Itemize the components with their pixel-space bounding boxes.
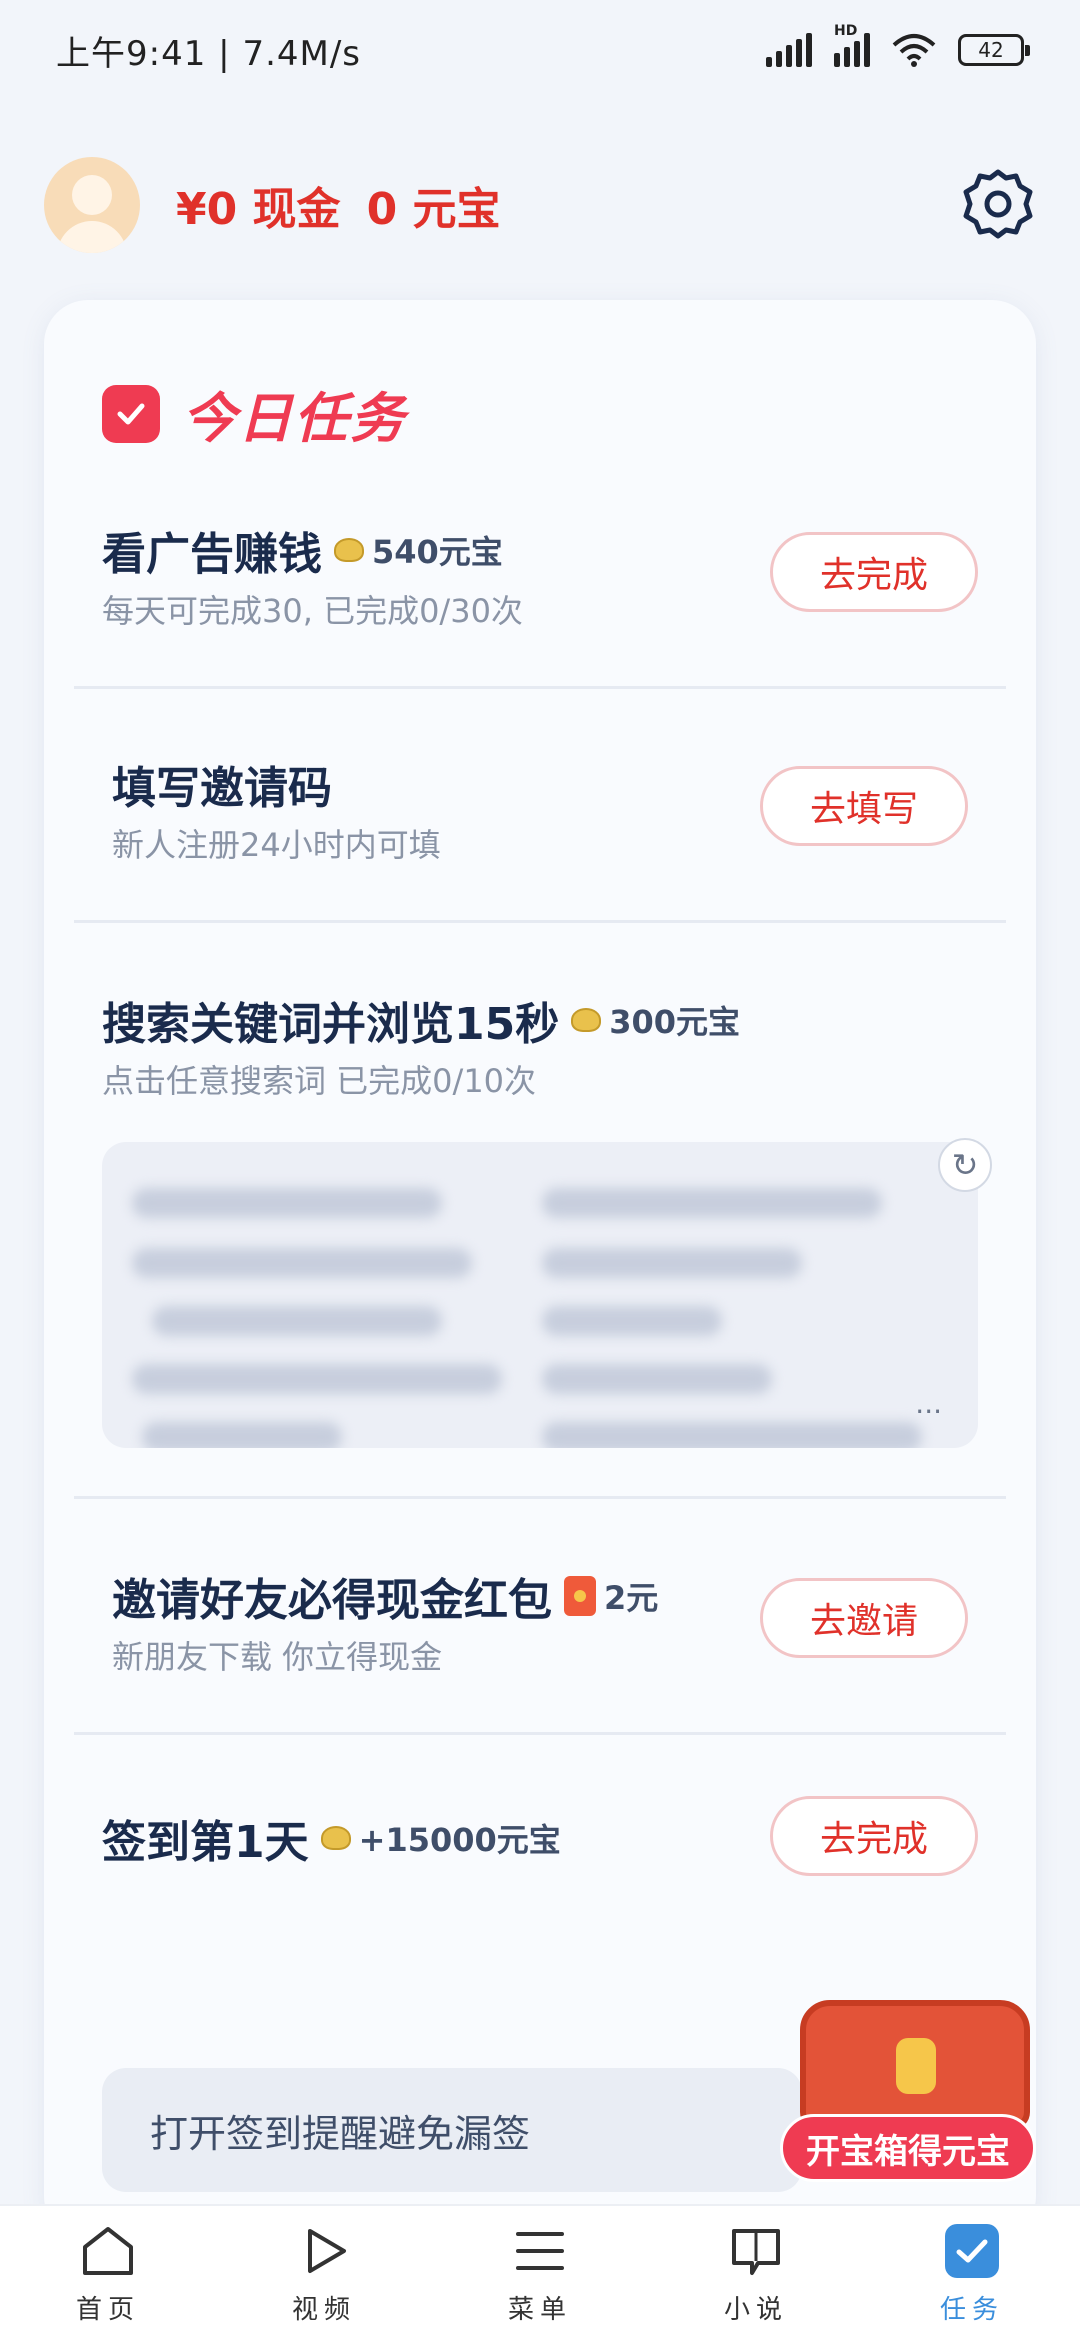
keyword-blurred[interactable] <box>542 1422 922 1448</box>
keyword-blurred[interactable] <box>152 1306 442 1336</box>
divider <box>74 1732 1006 1735</box>
task-invite-friends-title: 邀请好友必得现金红包 2元 <box>112 1575 659 1626</box>
search-keywords-panel[interactable]: ... <box>102 1142 978 1448</box>
divider <box>74 686 1006 689</box>
keyword-blurred[interactable] <box>542 1306 722 1336</box>
task-invite-code-sub: 新人注册24小时内可填 <box>112 826 441 864</box>
nav-item-home[interactable]: 首页 <box>28 2221 188 2326</box>
task-checkin-title: 签到第1天 +15000元宝 <box>102 1817 561 1868</box>
watch-ads-button[interactable]: 去完成 <box>770 532 978 612</box>
status-time-speed: 上午9:41 | 7.4M/s <box>56 33 362 74</box>
ingot-icon <box>334 538 364 562</box>
task-invite-code-title: 填写邀请码 <box>112 763 332 814</box>
keyword-blurred[interactable] <box>132 1188 442 1218</box>
avatar[interactable] <box>44 157 140 253</box>
cash-balance: ¥0 现金 <box>176 184 341 235</box>
invite-friends-button[interactable]: 去邀请 <box>760 1578 968 1658</box>
ingot-icon <box>571 1008 602 1032</box>
menu-icon <box>510 2221 570 2281</box>
treasure-chest-button[interactable]: 开宝箱得元宝 <box>780 2000 1050 2200</box>
card-title: 今日任务 <box>102 374 406 453</box>
task-watch-ads-title: 看广告赚钱 540元宝 <box>102 529 503 580</box>
keyword-blurred[interactable] <box>542 1248 802 1278</box>
battery-icon: 42 <box>958 34 1030 66</box>
checkbox-icon <box>102 384 160 443</box>
settings-gear-icon[interactable] <box>960 166 1036 242</box>
status-speed: 7.4M/s <box>242 33 362 74</box>
home-icon <box>78 2221 138 2281</box>
status-time: 上午9:41 <box>56 33 207 74</box>
wifi-icon <box>892 34 936 67</box>
checkin-button[interactable]: 去完成 <box>770 1796 978 1876</box>
fill-invite-code-button[interactable]: 去填写 <box>760 766 968 846</box>
book-icon <box>726 2221 786 2281</box>
keyword-blurred[interactable] <box>132 1364 502 1394</box>
keyword-blurred[interactable] <box>142 1422 342 1448</box>
nav-item-menu[interactable]: 菜单 <box>460 2221 620 2326</box>
treasure-label: 开宝箱得元宝 <box>780 2114 1036 2182</box>
divider <box>74 920 1006 923</box>
nav-item-video[interactable]: 视频 <box>244 2221 404 2326</box>
signal-hd-icon: HD <box>834 23 870 67</box>
red-packet-icon <box>564 1576 596 1616</box>
task-check-icon <box>942 2221 1002 2281</box>
nav-item-tasks[interactable]: 任务 <box>892 2221 1052 2326</box>
bottom-nav: 首页 视频 菜单 小说 任务 <box>0 2204 1080 2340</box>
treasure-chest-icon <box>800 2000 1030 2130</box>
wallet-summary[interactable]: ¥0 现金 0 元宝 <box>176 173 501 237</box>
refresh-icon[interactable]: ↻ <box>938 1138 992 1192</box>
daily-tasks-card: 今日任务 看广告赚钱 540元宝 每天可完成30, 已完成0/30次 去完成 填… <box>44 300 1036 2240</box>
keyword-blurred[interactable] <box>132 1248 472 1278</box>
task-invite-friends-sub: 新朋友下载 你立得现金 <box>112 1638 443 1676</box>
more-ellipsis: ... <box>915 1387 942 1420</box>
ingot-icon <box>320 1826 351 1850</box>
nav-item-novel[interactable]: 小说 <box>676 2221 836 2326</box>
keyword-blurred[interactable] <box>542 1364 772 1394</box>
task-watch-ads-sub: 每天可完成30, 已完成0/30次 <box>102 592 523 630</box>
checkin-reminder-tip[interactable]: 打开签到提醒避免漏签 <box>102 2068 802 2192</box>
header: ¥0 现金 0 元宝 <box>0 140 1080 270</box>
task-search-title: 搜索关键词并浏览15秒 300元宝 <box>102 999 741 1050</box>
play-icon <box>294 2221 354 2281</box>
divider <box>74 1496 1006 1499</box>
task-search-sub: 点击任意搜索词 已完成0/10次 <box>102 1062 537 1100</box>
status-bar: 上午9:41 | 7.4M/s HD 42 <box>0 0 1080 100</box>
keyword-blurred[interactable] <box>542 1188 882 1218</box>
signal-icon <box>766 33 812 67</box>
yuanbao-balance: 0 元宝 <box>366 184 501 235</box>
